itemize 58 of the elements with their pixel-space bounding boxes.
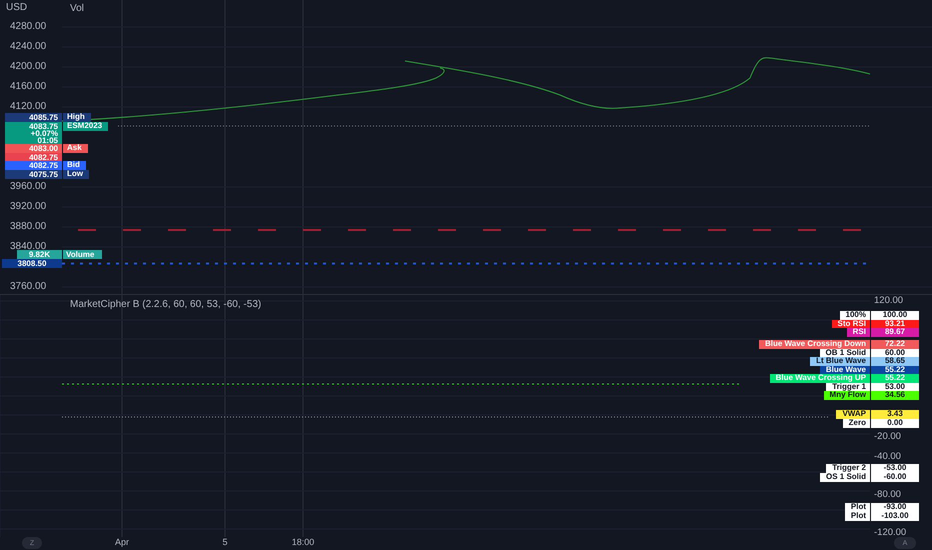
indicator-label: Lt Blue Wave — [810, 357, 870, 366]
volume-legend: Vol — [70, 3, 84, 14]
indicator-value: 72.22 — [871, 340, 919, 349]
indicator-title: MarketCipher B (2.2.6, 60, 60, 53, -60, -53) — [70, 299, 262, 310]
indicator-label: Plot — [844, 503, 870, 512]
indicator-value: 0.00 — [871, 419, 919, 428]
price-tick: 3880.00 — [10, 221, 46, 233]
price-tick: 4160.00 — [10, 81, 46, 93]
indicator-value: -103.00 — [871, 512, 919, 521]
indicator-value: -60.00 — [871, 473, 919, 482]
price-tag-label: ESM2023 — [63, 122, 108, 130]
price-tag-label: Ask — [63, 144, 88, 152]
price-tick: 3760.00 — [10, 281, 46, 293]
price-tick: 4280.00 — [10, 21, 46, 33]
price-tick: 4200.00 — [10, 61, 46, 73]
indicator-value: 34.56 — [871, 391, 919, 400]
price-tag: 4075.75 — [5, 170, 62, 178]
price-tick: 3840.00 — [10, 241, 46, 252]
price-tag-label: High — [63, 113, 91, 122]
indicator-tick: -40.00 — [874, 451, 901, 462]
indicator-tick: -120.00 — [874, 527, 906, 538]
time-tick: 18:00 — [292, 536, 314, 550]
indicator-value: 89.67 — [871, 328, 919, 337]
indicator-label: VWAP — [836, 410, 870, 419]
indicator-value: -93.00 — [871, 503, 919, 512]
indicator-value: -53.00 — [871, 464, 919, 473]
price-tag: 4083.00 — [5, 144, 62, 152]
indicator-label: RSI — [846, 328, 870, 337]
indicator-value: 58.65 — [871, 357, 919, 366]
price-tag: 4085.75 — [5, 113, 62, 122]
last-price-tag: 3808.50 — [2, 259, 62, 268]
indicator-tick: -80.00 — [874, 489, 901, 500]
currency-label: USD — [6, 2, 28, 13]
volume-tag-label: Volume — [63, 250, 102, 259]
indicator-label: Mny Flow — [824, 391, 870, 400]
indicator-label: Blue Wave Crossing Down — [758, 340, 870, 349]
price-tag: 4083.75 +0.07% 01:05 — [5, 122, 62, 144]
indicator-value: 55.22 — [871, 374, 919, 383]
price-tick: 4240.00 — [10, 41, 46, 53]
price-tick: 4120.00 — [10, 101, 46, 113]
indicator-label: 100% — [840, 311, 870, 320]
indicator-value: 100.00 — [871, 311, 919, 320]
price-tag-label: Bid — [63, 161, 86, 170]
indicator-tick: -20.00 — [874, 431, 901, 442]
indicator-value: 3.43 — [871, 410, 919, 419]
indicator-label: Zero — [842, 419, 870, 428]
indicator-label: OS 1 Solid — [820, 473, 870, 482]
time-tick: Apr — [115, 536, 129, 550]
volume-tag: 9.82K — [17, 250, 62, 259]
indicator-label: Plot — [844, 512, 870, 521]
indicator-label: Blue Wave Crossing UP — [770, 374, 870, 383]
price-tick: 3960.00 — [10, 181, 46, 193]
time-tick: 5 — [222, 536, 228, 550]
price-tag: 4082.75 — [5, 161, 62, 170]
price-tick: 3920.00 — [10, 201, 46, 213]
indicator-tick: 120.00 — [874, 295, 904, 306]
indicator-label: Trigger 2 — [826, 464, 870, 473]
price-tag-label: Low — [63, 170, 89, 178]
